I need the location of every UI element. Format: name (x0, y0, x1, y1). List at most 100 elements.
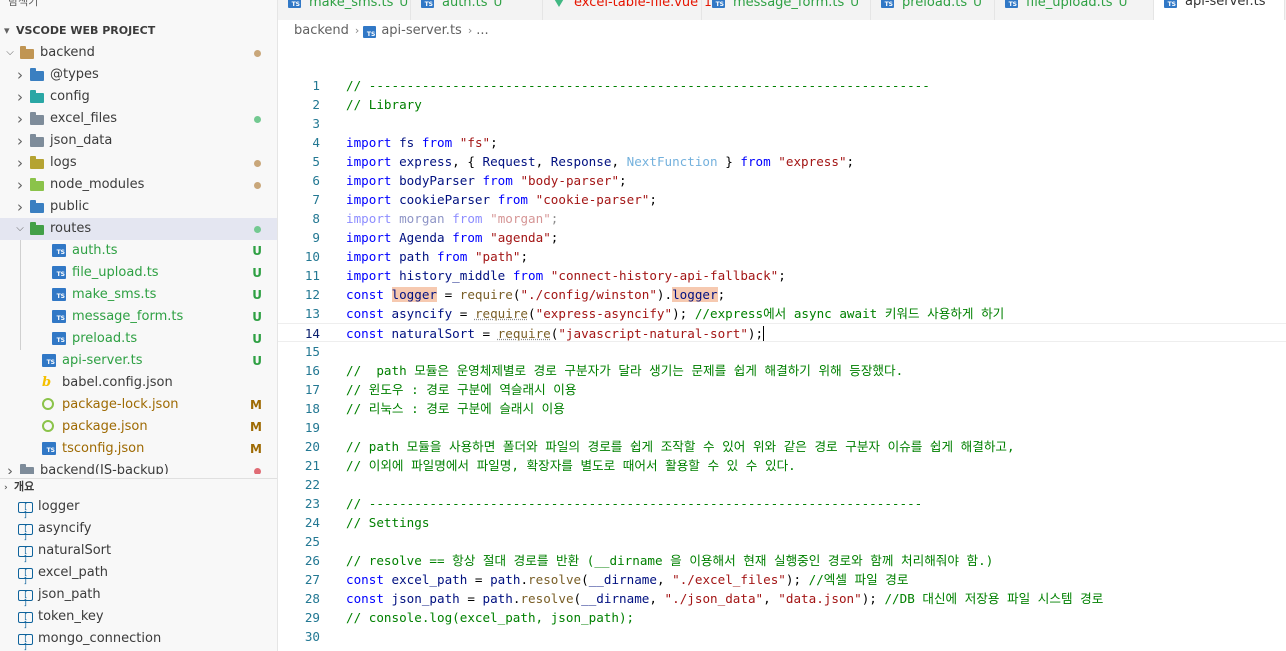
tree-item[interactable]: › backend(JS-backup) (0, 460, 277, 474)
tab-filename: preload.ts (902, 0, 968, 10)
variable-symbol-icon: [ ] (18, 502, 33, 519)
folder-icon (20, 464, 34, 474)
line-number: 14 (304, 326, 320, 341)
outline-item[interactable]: [ ] token_key (0, 606, 277, 629)
code-text: // console.log(excel_path, json_path); (346, 608, 634, 627)
folder-body (20, 49, 34, 59)
outline-item[interactable]: [ ] naturalSort (0, 540, 277, 563)
code-line: 18 // 리눅스 : 경로 구분에 슬래시 이용 (278, 399, 1286, 418)
tab-excel-table-file-vue[interactable]: excel-table-file.vue 1 (543, 0, 712, 20)
outline-title: 개요 (14, 480, 35, 493)
typescript-icon: TS (421, 0, 434, 8)
code-token: ; (520, 249, 529, 264)
git-status-badge: M (250, 420, 262, 434)
project-section-header[interactable]: ▾ VSCODE WEB PROJECT (0, 20, 277, 42)
breadcrumb-folder[interactable]: backend (294, 23, 349, 38)
outline-item[interactable]: [ ] json_path (0, 584, 277, 607)
code-text: import morgan from "morgan"; (346, 209, 558, 228)
tree-item[interactable]: ⌵ routes (0, 218, 277, 240)
chevron-right-icon: › (17, 154, 23, 172)
code-token: //엑셀 파일 경로 (808, 572, 909, 587)
tab-make-sms-ts[interactable]: TS make_sms.ts U (278, 0, 411, 20)
outline-section-header[interactable]: › 개요 (0, 478, 277, 494)
git-status-dot (254, 116, 261, 123)
breadcrumb-symbol[interactable]: ... (476, 23, 488, 38)
tab-message-form-ts[interactable]: TS message_form.ts U (702, 0, 871, 20)
tree-item[interactable]: package.json M (0, 416, 277, 438)
code-token: from (437, 249, 468, 264)
tab-preload-ts[interactable]: TS preload.ts U (871, 0, 995, 20)
code-editor[interactable]: 1 // ------------------------------------… (278, 76, 1286, 651)
code-token: = (459, 591, 483, 606)
tree-item-label: auth.ts (72, 243, 118, 258)
code-token: ); (861, 591, 885, 606)
code-token: // Settings (346, 515, 430, 530)
typescript-icon: TS (1005, 0, 1018, 8)
outline-item[interactable]: [ ] asyncify (0, 518, 277, 541)
tree-item[interactable]: › node_modules (0, 174, 277, 196)
line-number: 18 (304, 401, 320, 416)
tab-auth-ts[interactable]: TS auth.ts U (411, 0, 543, 20)
code-token: // 리눅스 : 경로 구분에 슬래시 이용 (346, 401, 565, 416)
code-token: morgan (399, 211, 445, 226)
tab-file-upload-ts[interactable]: TS file_upload.ts U (995, 0, 1154, 20)
code-text: import path from "path"; (346, 247, 528, 266)
code-line: 4 import fs from "fs"; (278, 133, 1286, 152)
tab-label: file_upload.ts U (1026, 0, 1127, 11)
code-token: "./config/winston" (520, 287, 657, 302)
tree-item[interactable]: › json_data (0, 130, 277, 152)
tree-item[interactable]: › excel_files (0, 108, 277, 130)
tree-item-label: excel_files (50, 111, 118, 126)
code-token: . (520, 572, 529, 587)
git-status-badge: U (252, 244, 262, 258)
tree-item[interactable]: TS auth.ts U (0, 240, 277, 262)
code-token: naturalSort (391, 326, 475, 341)
code-line: 15 (278, 342, 1286, 361)
code-line: 22 (278, 475, 1286, 494)
tree-item[interactable]: TS tsconfig.json M (0, 438, 277, 460)
code-token: const (346, 287, 384, 302)
code-token: require (459, 287, 513, 302)
code-line: 17 // 윈도우 : 경로 구분에 역슬래시 이용 (278, 380, 1286, 399)
outline-item[interactable]: [ ] logger (0, 496, 277, 519)
tree-item[interactable]: › config (0, 86, 277, 108)
outline-item[interactable]: [ ] excel_path (0, 562, 277, 585)
tree-item[interactable]: › public (0, 196, 277, 218)
code-text: // Settings (346, 513, 429, 532)
tree-item[interactable]: TS message_form.ts U (0, 306, 277, 328)
tab-label: message_form.ts U (733, 0, 859, 11)
tree-item[interactable]: › logs (0, 152, 277, 174)
nodejs-icon (42, 398, 54, 410)
code-line: 1 // ------------------------------------… (278, 76, 1286, 95)
tree-item[interactable]: TS preload.ts U (0, 328, 277, 350)
tree-item[interactable]: b babel.config.json (0, 372, 277, 394)
tree-item[interactable]: › @types (0, 64, 277, 86)
chevron-down-icon: ⌵ (6, 47, 14, 58)
line-number: 17 (304, 382, 320, 397)
tab-filename: api-server.ts (1185, 0, 1266, 9)
tree-item[interactable]: TS make_sms.ts U (0, 284, 277, 306)
code-token: "agenda" (490, 230, 551, 245)
tree-item[interactable]: TS api-server.ts U (0, 350, 277, 372)
chevron-down-icon: ⌵ (16, 223, 24, 234)
tab-api-server-ts[interactable]: TS api-server.ts (1154, 0, 1285, 20)
tab-label: make_sms.ts U (309, 0, 408, 11)
more-actions-icon[interactable]: ··· (248, 0, 263, 8)
tree-item-label: file_upload.ts (72, 265, 159, 280)
line-number: 26 (304, 553, 320, 568)
line-number: 2 (312, 97, 320, 112)
code-line: 9 import Agenda from "agenda"; (278, 228, 1286, 247)
git-status-badge: M (250, 398, 262, 412)
file-tree: ⌵ backend › @types › config › excel_files › json_… (0, 42, 277, 474)
tree-item[interactable]: TS file_upload.ts U (0, 262, 277, 284)
code-token: "./excel_files" (672, 572, 786, 587)
breadcrumb-file[interactable]: api-server.ts (381, 23, 461, 38)
outline-item[interactable]: [ ] mongo_connection (0, 628, 277, 651)
code-text: import history_middle from "connect-hist… (346, 266, 786, 285)
code-line: 5 import express, { Request, Response, Ne… (278, 152, 1286, 171)
code-line: 29 // console.log(excel_path, json_path); (278, 608, 1286, 627)
code-token: ( (573, 591, 582, 606)
tree-item[interactable]: ⌵ backend (0, 42, 277, 64)
tree-item[interactable]: package-lock.json M (0, 394, 277, 416)
